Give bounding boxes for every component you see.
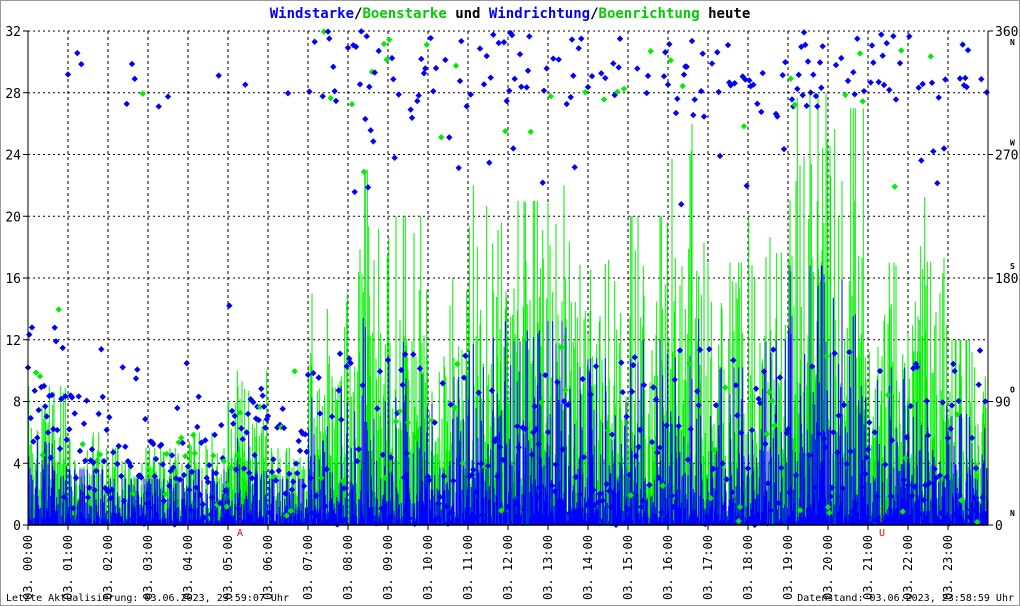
- y-tick-label: 12: [5, 334, 21, 349]
- x-tick-label: 03. 17:00: [701, 535, 715, 600]
- y-tick-label: 4: [13, 457, 21, 472]
- direction-letter: S: [1010, 262, 1015, 271]
- direction-letter: W: [1010, 139, 1015, 148]
- footer-data-status: Datenstand: 03.06.2023, 23:58:59 Uhr: [797, 593, 1014, 604]
- x-tick-label: 03. 06:00: [261, 535, 275, 600]
- footer-last-update: Letzte Aktualisierung: 03.06.2023, 23:59…: [6, 593, 289, 604]
- chart-svg: Windstarke/Boenstarke und Windrichtung/B…: [0, 0, 1020, 606]
- y2-tick-label: 180: [995, 272, 1018, 287]
- x-tick-label: 03. 01:00: [61, 535, 75, 600]
- x-tick-label: 03. 18:00: [741, 535, 755, 600]
- x-tick-label: 03. 03:00: [141, 535, 155, 600]
- y-tick-label: 8: [13, 396, 21, 411]
- y2-tick-label: 90: [995, 396, 1011, 411]
- y-tick-label: 32: [5, 25, 21, 40]
- chart-title: Windstarke/Boenstarke und Windrichtung/B…: [270, 6, 751, 22]
- x-tick-label: 03. 14:00: [581, 535, 595, 600]
- x-tick-label: 03. 05:00: [221, 535, 235, 600]
- x-tick-label: 03. 20:00: [821, 535, 835, 600]
- x-tick-label: 03. 00:00: [21, 535, 35, 600]
- title-part: /: [590, 6, 598, 22]
- x-tick-label: 03. 21:00: [861, 535, 875, 600]
- x-tick-label: 03. 13:00: [541, 535, 555, 600]
- sun-marker-label: U: [879, 528, 885, 539]
- x-tick-label: 03. 23:00: [941, 535, 955, 600]
- title-part: heute: [700, 6, 751, 22]
- x-tick-label: 03. 04:00: [181, 535, 195, 600]
- x-tick-label: 03. 19:00: [781, 535, 795, 600]
- title-part: Boenrichtung: [599, 6, 700, 22]
- x-tick-label: 03. 07:00: [301, 535, 315, 600]
- x-tick-label: 03. 22:00: [901, 535, 915, 600]
- y-tick-label: 16: [5, 272, 21, 287]
- title-part: und: [447, 6, 489, 22]
- y2-tick-label: 0: [995, 519, 1003, 534]
- x-tick-label: 03. 16:00: [661, 535, 675, 600]
- y-tick-label: 0: [13, 519, 21, 534]
- x-tick-label: 03. 10:00: [421, 535, 435, 600]
- x-tick-label: 03. 02:00: [101, 535, 115, 600]
- x-tick-label: 03. 12:00: [501, 535, 515, 600]
- x-tick-label: 03. 15:00: [621, 535, 635, 600]
- title-part: Boenstarke: [362, 6, 446, 22]
- x-tick-label: 03. 09:00: [381, 535, 395, 600]
- y2-tick-label: 360: [995, 25, 1018, 40]
- y2-tick-label: 270: [995, 149, 1018, 164]
- y-tick-label: 28: [5, 87, 21, 102]
- x-tick-label: 03. 11:00: [461, 535, 475, 600]
- y-tick-label: 24: [5, 149, 21, 164]
- direction-letter: N: [1010, 38, 1015, 47]
- direction-letter: N: [1010, 509, 1015, 518]
- wind-chart: Windstarke/Boenstarke und Windrichtung/B…: [0, 0, 1020, 606]
- sun-marker-label: A: [237, 528, 243, 539]
- direction-letter: O: [1010, 386, 1015, 395]
- title-part: /: [354, 6, 362, 22]
- title-part: Windstarke: [270, 6, 354, 22]
- y-tick-label: 20: [5, 210, 21, 225]
- x-tick-label: 03. 08:00: [341, 535, 355, 600]
- title-part: Windrichtung: [489, 6, 590, 22]
